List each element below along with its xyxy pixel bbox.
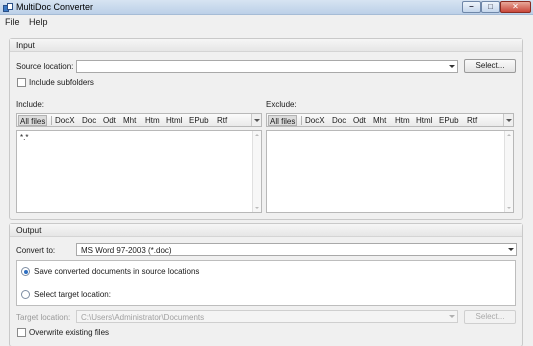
chevron-down-icon	[449, 65, 455, 68]
include-subfolders-label: Include subfolders	[29, 78, 94, 87]
chevron-down-icon	[506, 119, 512, 122]
exclude-tab-mht[interactable]: Mht	[372, 115, 387, 126]
include-tab-html[interactable]: Html	[165, 115, 183, 126]
menu-help[interactable]: Help	[29, 17, 48, 27]
target-select-button[interactable]: Select...	[464, 310, 516, 324]
window-title: MultiDoc Converter	[16, 2, 94, 12]
scroll-up-icon	[507, 134, 511, 136]
include-tab-htm[interactable]: Htm	[144, 115, 161, 126]
save-in-source-radio[interactable]	[21, 267, 30, 276]
convert-to-label: Convert to:	[16, 246, 56, 255]
exclude-tab-odt[interactable]: Odt	[352, 115, 367, 126]
maximize-button[interactable]: □	[481, 1, 500, 13]
include-subfolders-checkbox[interactable]	[17, 78, 26, 87]
exclude-tab-separator	[301, 116, 302, 125]
app-icon	[3, 3, 13, 12]
minimize-icon: –	[469, 2, 474, 11]
close-icon: ✕	[512, 2, 519, 11]
include-tab-separator	[51, 116, 52, 125]
overwrite-checkbox[interactable]	[17, 328, 26, 337]
target-location-combo[interactable]: C:\Users\Administrator\Documents	[76, 310, 458, 323]
include-filter-bar: All files DocX Doc Odt Mht Htm Html EPub Rtf	[16, 113, 262, 127]
exclude-tab-epub[interactable]: EPub	[438, 115, 460, 126]
include-tab-mht[interactable]: Mht	[122, 115, 137, 126]
exclude-tab-docx[interactable]: DocX	[304, 115, 326, 126]
include-tab-rtf[interactable]: Rtf	[216, 115, 228, 126]
input-group: Input Source location: Select... Include…	[9, 38, 523, 220]
overwrite-label: Overwrite existing files	[29, 328, 110, 337]
include-tab-all-files[interactable]: All files	[18, 115, 48, 126]
scroll-up-icon	[255, 134, 259, 136]
exclude-tab-all-files[interactable]: All files	[268, 115, 298, 126]
source-select-button[interactable]: Select...	[464, 59, 516, 73]
save-in-source-label[interactable]: Save converted documents in source locat…	[34, 267, 199, 276]
menu-file[interactable]: File	[5, 17, 20, 27]
scroll-down-icon	[507, 207, 511, 209]
exclude-tab-doc[interactable]: Doc	[331, 115, 347, 126]
exclude-list-scrollbar[interactable]	[504, 131, 513, 212]
select-target-label[interactable]: Select target location:	[34, 290, 111, 299]
include-list[interactable]: *.*	[16, 130, 262, 213]
exclude-filter-bar: All files DocX Doc Odt Mht Htm Html EPub Rtf	[266, 113, 514, 127]
include-tab-doc[interactable]: Doc	[81, 115, 97, 126]
chevron-down-icon	[254, 119, 260, 122]
exclude-list[interactable]	[266, 130, 514, 213]
minimize-button[interactable]: –	[462, 1, 481, 13]
menu-bar: File Help	[0, 15, 533, 30]
chevron-down-icon	[508, 248, 514, 251]
exclude-label: Exclude:	[266, 100, 297, 109]
source-location-label: Source location:	[16, 62, 74, 71]
radio-selected-dot	[23, 269, 28, 274]
close-button[interactable]: ✕	[500, 1, 531, 13]
select-target-radio[interactable]	[21, 290, 30, 299]
include-list-scrollbar[interactable]	[252, 131, 261, 212]
include-list-item[interactable]: *.*	[20, 133, 28, 142]
chevron-down-icon	[449, 315, 455, 318]
exclude-tab-html[interactable]: Html	[415, 115, 433, 126]
target-location-label: Target location:	[16, 313, 71, 322]
include-tab-docx[interactable]: DocX	[54, 115, 76, 126]
output-group-header: Output	[10, 224, 522, 237]
scroll-down-icon	[255, 207, 259, 209]
title-bar: MultiDoc Converter – □ ✕	[0, 0, 533, 15]
output-group: Output Convert to: MS Word 97-2003 (*.do…	[9, 223, 523, 346]
convert-to-combo[interactable]: MS Word 97-2003 (*.doc)	[76, 243, 517, 256]
include-tab-odt[interactable]: Odt	[102, 115, 117, 126]
include-filter-scroll-button[interactable]	[251, 114, 261, 126]
input-group-header: Input	[10, 39, 522, 52]
exclude-tab-rtf[interactable]: Rtf	[466, 115, 478, 126]
exclude-filter-scroll-button[interactable]	[503, 114, 513, 126]
include-tab-epub[interactable]: EPub	[188, 115, 210, 126]
target-location-value: C:\Users\Administrator\Documents	[81, 313, 205, 322]
maximize-icon: □	[488, 2, 493, 11]
destination-panel: Save converted documents in source locat…	[16, 260, 516, 306]
include-label: Include:	[16, 100, 45, 109]
convert-to-value: MS Word 97-2003 (*.doc)	[81, 246, 172, 255]
exclude-tab-htm[interactable]: Htm	[394, 115, 411, 126]
source-location-combo[interactable]	[76, 60, 458, 73]
